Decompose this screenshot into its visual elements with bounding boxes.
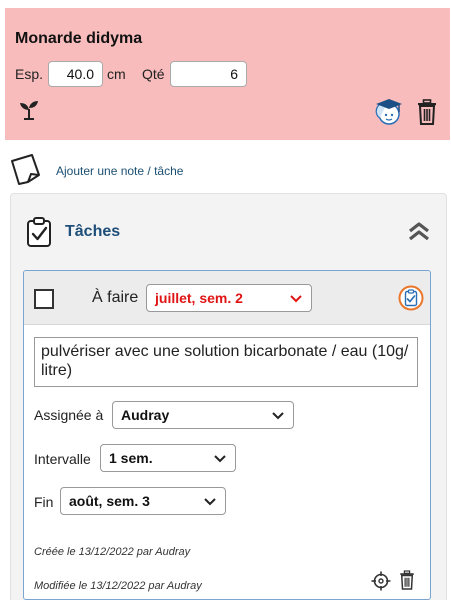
crosshair-icon[interactable] bbox=[371, 571, 391, 591]
tasks-title: Tâches bbox=[65, 223, 121, 240]
chevron-down-icon bbox=[214, 455, 226, 463]
task-description-field[interactable]: pulvériser avec une solution bicarbonate… bbox=[34, 337, 418, 387]
task-done-checkbox[interactable] bbox=[34, 289, 54, 309]
task-header: À faire juillet, sem. 2 bbox=[24, 271, 430, 325]
quantity-input[interactable] bbox=[170, 61, 247, 87]
end-select[interactable]: août, sem. 3 bbox=[60, 487, 226, 515]
assigned-value: Audray bbox=[121, 407, 170, 423]
trash-icon[interactable] bbox=[415, 98, 439, 126]
add-note-label: Ajouter une note / tâche bbox=[56, 164, 184, 178]
plant-card: Monarde didyma Esp. cm Qté bbox=[5, 8, 450, 140]
assigned-label: Assignée à bbox=[34, 407, 104, 423]
clipboard-check-icon bbox=[27, 217, 51, 247]
spacing-unit: cm bbox=[107, 66, 126, 82]
seedling-icon[interactable] bbox=[17, 98, 41, 120]
chevron-down-icon bbox=[272, 412, 284, 420]
expert-avatar-icon[interactable] bbox=[372, 94, 406, 128]
interval-label: Intervalle bbox=[34, 451, 91, 467]
end-value: août, sem. 3 bbox=[69, 493, 150, 509]
end-label: Fin bbox=[34, 494, 54, 510]
task-card: À faire juillet, sem. 2 pulvériser avec … bbox=[23, 270, 431, 600]
task-complete-icon[interactable] bbox=[398, 285, 424, 311]
spacing-input[interactable] bbox=[48, 61, 103, 87]
spacing-label: Esp. bbox=[15, 66, 44, 82]
quantity-label: Qté bbox=[142, 66, 165, 82]
double-chevron-up-icon[interactable] bbox=[407, 220, 431, 242]
due-date-select[interactable]: juillet, sem. 2 bbox=[146, 284, 312, 312]
due-date-value: juillet, sem. 2 bbox=[155, 290, 243, 306]
add-note-link[interactable]: Ajouter une note / tâche bbox=[8, 152, 258, 186]
tasks-panel: Tâches À faire juillet, sem. 2 pulvérise… bbox=[10, 193, 447, 600]
modified-info: Modifiée le 13/12/2022 par Audray bbox=[34, 580, 202, 592]
chevron-down-icon bbox=[290, 295, 302, 303]
trash-icon[interactable] bbox=[398, 569, 416, 591]
task-status-label: À faire bbox=[92, 289, 139, 306]
created-info: Créée le 13/12/2022 par Audray bbox=[34, 546, 191, 558]
interval-value: 1 sem. bbox=[109, 450, 153, 466]
assigned-select[interactable]: Audray bbox=[112, 401, 294, 429]
plant-name: Monarde didyma bbox=[15, 30, 143, 47]
note-icon bbox=[11, 154, 40, 185]
interval-select[interactable]: 1 sem. bbox=[100, 444, 236, 472]
chevron-down-icon bbox=[204, 498, 216, 506]
